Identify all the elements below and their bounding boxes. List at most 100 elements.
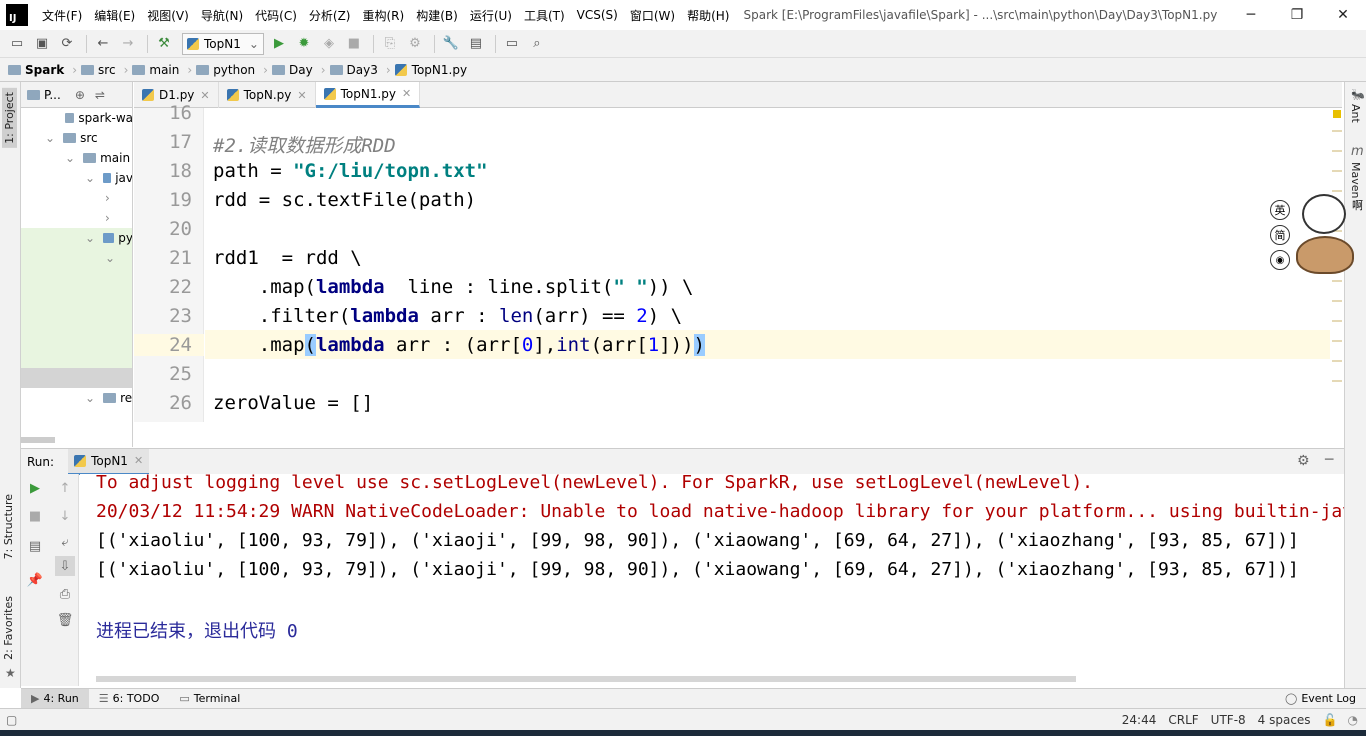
rerun-icon[interactable]: ▶ bbox=[25, 478, 45, 498]
project-structure-icon[interactable]: ▤ bbox=[465, 33, 487, 55]
menu-navigate[interactable]: 导航(N) bbox=[195, 7, 249, 24]
target-icon[interactable]: ⊕ bbox=[75, 88, 85, 102]
chevron-down-icon[interactable]: ⌄ bbox=[85, 231, 95, 245]
tab-topn[interactable]: TopN.py ✕ bbox=[219, 82, 316, 108]
breadcrumb-item[interactable]: Day bbox=[271, 63, 313, 77]
inspector-icon[interactable]: ◔ bbox=[1348, 713, 1358, 727]
structure-tool-tab[interactable]: 7: Structure bbox=[2, 494, 15, 559]
close-icon[interactable]: ✕ bbox=[297, 89, 306, 102]
chevron-down-icon[interactable]: ⌄ bbox=[65, 151, 75, 165]
favorites-tool-tab[interactable]: 2: Favorites bbox=[2, 596, 15, 660]
breadcrumb-item[interactable]: TopN1.py bbox=[394, 63, 467, 77]
event-log-tab[interactable]: ◯ Event Log bbox=[1275, 689, 1366, 709]
close-icon[interactable]: ✕ bbox=[200, 89, 209, 102]
line-separator[interactable]: CRLF bbox=[1168, 713, 1198, 727]
chevron-down-icon[interactable]: ⌄ bbox=[45, 131, 55, 145]
stop-icon[interactable]: ■ bbox=[25, 506, 45, 526]
soft-wrap-icon[interactable]: ⤶ bbox=[55, 532, 75, 552]
coverage-icon[interactable]: ◈ bbox=[318, 33, 340, 55]
run-tab[interactable]: TopN1 ✕ bbox=[68, 448, 150, 475]
vcs-commit-icon[interactable]: ⚙ bbox=[404, 33, 426, 55]
arrow-up-icon[interactable]: ↑ bbox=[55, 478, 75, 498]
minimize-panel-icon[interactable]: ─ bbox=[1325, 452, 1333, 468]
breadcrumb-item[interactable]: Day3 bbox=[329, 63, 378, 77]
breadcrumb-item[interactable]: python bbox=[196, 63, 255, 77]
layout-icon[interactable]: ▤ bbox=[25, 536, 45, 556]
menu-vcs[interactable]: VCS(S) bbox=[571, 8, 624, 22]
debug-bug-icon[interactable]: ✹ bbox=[293, 33, 315, 55]
build-hammer-icon[interactable]: ⚒ bbox=[153, 33, 175, 55]
menu-view[interactable]: 视图(V) bbox=[141, 7, 195, 24]
search-icon[interactable]: ⌕ bbox=[526, 33, 548, 55]
gear-icon[interactable]: ⚙ bbox=[1297, 453, 1310, 469]
trash-icon[interactable]: 🗑 bbox=[55, 610, 75, 630]
maximize-button[interactable]: ❐ bbox=[1274, 0, 1320, 30]
breadcrumb-item[interactable]: main bbox=[132, 63, 179, 77]
caret-position[interactable]: 24:44 bbox=[1122, 713, 1157, 727]
print-icon[interactable]: ⎙ bbox=[55, 584, 75, 604]
file-encoding[interactable]: UTF-8 bbox=[1211, 713, 1246, 727]
run-config-select[interactable]: TopN1 ⌄ bbox=[182, 32, 264, 55]
chevron-down-icon[interactable]: ⌄ bbox=[105, 251, 115, 265]
close-icon[interactable]: ✕ bbox=[134, 454, 143, 467]
vcs-update-icon[interactable]: ⎘ bbox=[379, 33, 401, 55]
settings-wrench-icon[interactable]: 🔧 bbox=[440, 33, 462, 55]
tree-item[interactable]: ⌄ re bbox=[21, 388, 132, 408]
tree-selected-row[interactable] bbox=[21, 368, 132, 388]
tree-item[interactable]: › bbox=[21, 188, 132, 208]
terminal-icon[interactable]: ▭ bbox=[501, 33, 523, 55]
tree-item[interactable]: ⌄ src bbox=[21, 128, 132, 148]
todo-tool-tab[interactable]: ☰ 6: TODO bbox=[89, 689, 170, 709]
breadcrumb-item[interactable]: src bbox=[81, 63, 116, 77]
close-window-button[interactable]: ✕ bbox=[1320, 0, 1366, 30]
menu-code[interactable]: 代码(C) bbox=[249, 7, 303, 24]
menu-refactor[interactable]: 重构(R) bbox=[357, 7, 411, 24]
tree-item[interactable]: ⌄ py bbox=[21, 228, 132, 248]
tree-item[interactable]: spark-wa bbox=[21, 108, 132, 128]
menu-analyze[interactable]: 分析(Z) bbox=[303, 7, 357, 24]
lock-icon[interactable]: 🔓 bbox=[1323, 713, 1338, 727]
chevron-right-icon[interactable]: › bbox=[105, 191, 110, 205]
code-editor[interactable]: #2.读取数据形成RDD path = "G:/liu/topn.txt" rd… bbox=[205, 108, 1330, 422]
menu-edit[interactable]: 编辑(E) bbox=[88, 7, 141, 24]
tab-topn1[interactable]: TopN1.py ✕ bbox=[315, 82, 421, 108]
pin-icon[interactable]: 📌 bbox=[25, 570, 45, 590]
breadcrumb-item[interactable]: Spark bbox=[8, 63, 64, 77]
menu-file[interactable]: 文件(F) bbox=[36, 7, 88, 24]
menu-tools[interactable]: 工具(T) bbox=[518, 7, 571, 24]
horizontal-scrollbar[interactable] bbox=[96, 676, 1076, 682]
tree-item[interactable]: › bbox=[21, 208, 132, 228]
chevron-down-icon[interactable]: ⌄ bbox=[85, 171, 95, 185]
scroll-to-end-icon[interactable]: ⇩ bbox=[55, 556, 75, 576]
run-tool-tab[interactable]: ▶ 4: Run bbox=[21, 688, 89, 709]
tree-item[interactable]: ⌄ jav bbox=[21, 168, 132, 188]
minimize-button[interactable]: ─ bbox=[1228, 0, 1274, 30]
project-tool-tab[interactable]: 1: Project bbox=[2, 88, 17, 148]
console-output[interactable]: To adjust logging level use sc.setLogLev… bbox=[80, 474, 1344, 686]
save-icon[interactable]: ▣ bbox=[31, 33, 53, 55]
back-arrow-icon[interactable]: ← bbox=[92, 33, 114, 55]
sync-icon[interactable]: ⟳ bbox=[56, 33, 78, 55]
menu-help[interactable]: 帮助(H) bbox=[681, 7, 735, 24]
menu-run[interactable]: 运行(U) bbox=[464, 7, 518, 24]
stop-icon[interactable]: ■ bbox=[343, 33, 365, 55]
chevron-down-icon[interactable]: ⌄ bbox=[85, 391, 95, 405]
warning-icon[interactable] bbox=[1333, 110, 1341, 118]
arrow-down-icon[interactable]: ↓ bbox=[55, 506, 75, 526]
scrollbar[interactable] bbox=[21, 437, 55, 443]
run-icon[interactable]: ▶ bbox=[268, 33, 290, 55]
terminal-tool-tab[interactable]: ▭ Terminal bbox=[169, 689, 250, 709]
tree-item[interactable]: ⌄ bbox=[21, 248, 132, 268]
menu-window[interactable]: 窗口(W) bbox=[624, 7, 681, 24]
close-icon[interactable]: ✕ bbox=[402, 87, 411, 100]
ant-tool-tab[interactable]: Ant bbox=[1349, 104, 1362, 123]
tree-item[interactable]: ⌄ main bbox=[21, 148, 132, 168]
collapse-icon[interactable]: ⇌ bbox=[95, 88, 105, 102]
menu-build[interactable]: 构建(B) bbox=[410, 7, 464, 24]
chevron-right-icon[interactable]: › bbox=[105, 211, 110, 225]
forward-arrow-icon[interactable]: → bbox=[117, 33, 139, 55]
window-title: Spark [E:\ProgramFiles\javafile\Spark] -… bbox=[743, 8, 1218, 22]
layout-icon[interactable]: ▢ bbox=[6, 713, 17, 727]
open-folder-icon[interactable]: ▭ bbox=[6, 33, 28, 55]
indent-setting[interactable]: 4 spaces bbox=[1258, 713, 1311, 727]
